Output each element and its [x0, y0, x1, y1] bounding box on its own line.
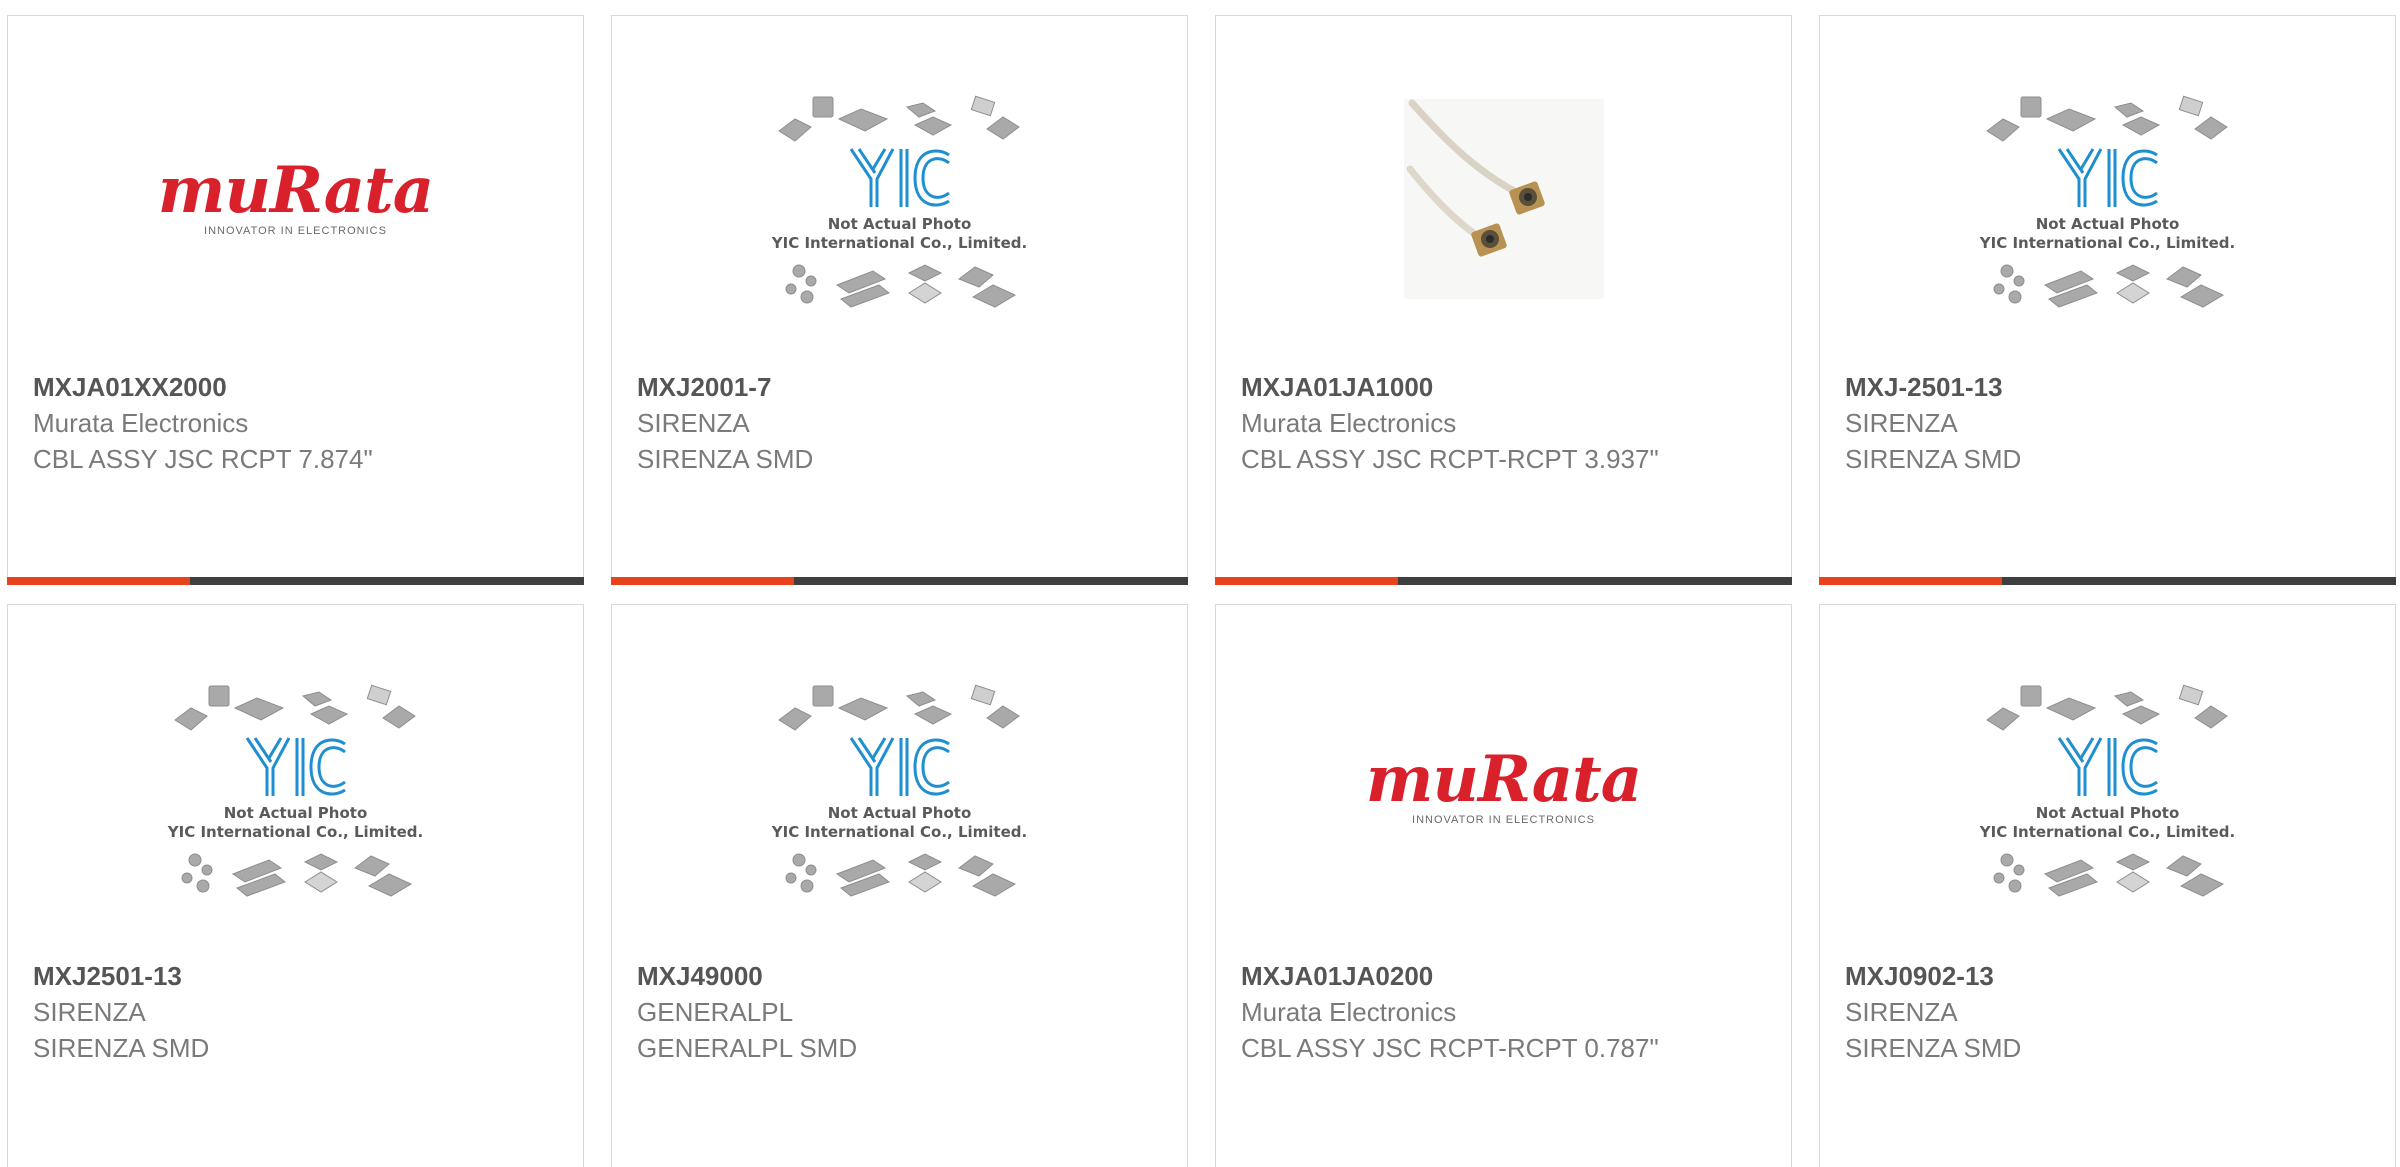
manufacturer: SIRENZA: [1845, 408, 1958, 438]
not-actual-photo-label: Not Actual Photo: [827, 803, 972, 822]
product-image[interactable]: Not Actual Photo YIC International Co., …: [1820, 76, 2395, 321]
part-number[interactable]: MXJ-2501-13: [1845, 369, 2370, 405]
not-actual-photo-label: Not Actual Photo: [2035, 214, 2180, 233]
yic-logo-icon: [245, 736, 346, 796]
yic-logo-icon: [849, 147, 950, 207]
product-info: MXJA01JA1000 Murata Electronics CBL ASSY…: [1241, 369, 1766, 477]
murata-logo: muRata INNOVATOR IN ELECTRONICS: [1365, 741, 1642, 826]
murata-tagline: INNOVATOR IN ELECTRONICS: [1412, 813, 1595, 826]
card-hover-accent: [1215, 577, 1398, 585]
product-card[interactable]: Not Actual Photo YIC International Co., …: [1819, 604, 2396, 1167]
description: GENERALPL SMD: [637, 1033, 858, 1063]
part-number[interactable]: MXJ2501-13: [33, 958, 558, 994]
chip-cluster-bottom-icon: [785, 852, 1016, 897]
product-image[interactable]: Not Actual Photo YIC International Co., …: [612, 665, 1187, 910]
description: CBL ASSY JSC RCPT-RCPT 0.787": [1241, 1033, 1659, 1063]
manufacturer: Murata Electronics: [1241, 408, 1457, 438]
yic-company-label: YIC International Co., Limited.: [1979, 822, 2236, 841]
product-info: MXJA01JA0200 Murata Electronics CBL ASSY…: [1241, 958, 1766, 1066]
product-card[interactable]: Not Actual Photo YIC International Co., …: [611, 604, 1188, 1167]
yic-company-label: YIC International Co., Limited.: [771, 233, 1028, 252]
product-card[interactable]: Not Actual Photo YIC International Co., …: [1819, 15, 2396, 585]
chip-cluster-top-icon: [1985, 684, 2228, 731]
part-number[interactable]: MXJA01XX2000: [33, 369, 558, 405]
product-info: MXJ0902-13 SIRENZA SIRENZA SMD: [1845, 958, 2370, 1066]
card-hover-accent: [1819, 577, 2002, 585]
part-number[interactable]: MXJ49000: [637, 958, 1162, 994]
yic-logo-icon: [849, 736, 950, 796]
murata-tagline: INNOVATOR IN ELECTRONICS: [204, 224, 387, 237]
part-number[interactable]: MXJ2001-7: [637, 369, 1162, 405]
product-card[interactable]: muRata INNOVATOR IN ELECTRONICS MXJA01JA…: [1215, 604, 1792, 1167]
product-card[interactable]: muRata INNOVATOR IN ELECTRONICS MXJA01XX…: [7, 15, 584, 585]
yic-placeholder-image: Not Actual Photo YIC International Co., …: [1973, 676, 2243, 900]
yic-logo-icon: [2057, 736, 2158, 796]
yic-placeholder-image: Not Actual Photo YIC International Co., …: [765, 676, 1035, 900]
product-card[interactable]: Not Actual Photo YIC International Co., …: [7, 604, 584, 1167]
murata-wordmark: muRata: [157, 152, 434, 228]
not-actual-photo-label: Not Actual Photo: [827, 214, 972, 233]
chip-cluster-top-icon: [173, 684, 416, 731]
card-hover-bar: [1215, 577, 1792, 585]
product-info: MXJ2001-7 SIRENZA SIRENZA SMD: [637, 369, 1162, 477]
not-actual-photo-label: Not Actual Photo: [2035, 803, 2180, 822]
description: CBL ASSY JSC RCPT-RCPT 3.937": [1241, 444, 1659, 474]
murata-logo: muRata INNOVATOR IN ELECTRONICS: [157, 152, 434, 237]
product-image[interactable]: muRata INNOVATOR IN ELECTRONICS: [8, 76, 583, 321]
card-hover-bar: [611, 577, 1188, 585]
yic-company-label: YIC International Co., Limited.: [1979, 233, 2236, 252]
chip-cluster-bottom-icon: [1993, 852, 2224, 897]
product-image[interactable]: Not Actual Photo YIC International Co., …: [612, 76, 1187, 321]
chip-cluster-bottom-icon: [1993, 263, 2224, 308]
murata-wordmark: muRata: [1365, 741, 1642, 817]
chip-cluster-bottom-icon: [785, 263, 1016, 308]
product-image[interactable]: Not Actual Photo YIC International Co., …: [1820, 665, 2395, 910]
card-hover-bar: [1819, 577, 2396, 585]
manufacturer: GENERALPL: [637, 997, 794, 1027]
yic-company-label: YIC International Co., Limited.: [167, 822, 424, 841]
card-hover-accent: [7, 577, 190, 585]
part-number[interactable]: MXJ0902-13: [1845, 958, 2370, 994]
description: CBL ASSY JSC RCPT 7.874": [33, 444, 373, 474]
description: SIRENZA SMD: [1845, 1033, 2022, 1063]
chip-cluster-top-icon: [1985, 95, 2228, 142]
chip-cluster-bottom-icon: [181, 852, 412, 897]
description: SIRENZA SMD: [637, 444, 814, 474]
chip-cluster-top-icon: [777, 95, 1020, 142]
product-card[interactable]: MXJA01JA1000 Murata Electronics CBL ASSY…: [1215, 15, 1792, 585]
product-grid: muRata INNOVATOR IN ELECTRONICS MXJA01XX…: [0, 0, 2400, 1167]
card-hover-bar: [7, 577, 584, 585]
product-image[interactable]: Not Actual Photo YIC International Co., …: [8, 665, 583, 910]
part-number[interactable]: MXJA01JA0200: [1241, 958, 1766, 994]
product-info: MXJ49000 GENERALPL GENERALPL SMD: [637, 958, 1162, 1066]
part-number[interactable]: MXJA01JA1000: [1241, 369, 1766, 405]
card-hover-accent: [611, 577, 794, 585]
product-info: MXJ-2501-13 SIRENZA SIRENZA SMD: [1845, 369, 2370, 477]
yic-placeholder-image: Not Actual Photo YIC International Co., …: [161, 676, 431, 900]
manufacturer: SIRENZA: [1845, 997, 1958, 1027]
product-image[interactable]: [1216, 76, 1791, 321]
product-image[interactable]: muRata INNOVATOR IN ELECTRONICS: [1216, 665, 1791, 910]
cable-photo-image: [1403, 98, 1604, 299]
description: SIRENZA SMD: [33, 1033, 210, 1063]
yic-placeholder-image: Not Actual Photo YIC International Co., …: [765, 87, 1035, 311]
manufacturer: SIRENZA: [637, 408, 750, 438]
not-actual-photo-label: Not Actual Photo: [223, 803, 368, 822]
product-info: MXJA01XX2000 Murata Electronics CBL ASSY…: [33, 369, 558, 477]
description: SIRENZA SMD: [1845, 444, 2022, 474]
yic-company-label: YIC International Co., Limited.: [771, 822, 1028, 841]
product-card[interactable]: Not Actual Photo YIC International Co., …: [611, 15, 1188, 585]
product-info: MXJ2501-13 SIRENZA SIRENZA SMD: [33, 958, 558, 1066]
yic-placeholder-image: Not Actual Photo YIC International Co., …: [1973, 87, 2243, 311]
manufacturer: Murata Electronics: [33, 408, 249, 438]
manufacturer: SIRENZA: [33, 997, 146, 1027]
yic-logo-icon: [2057, 147, 2158, 207]
manufacturer: Murata Electronics: [1241, 997, 1457, 1027]
chip-cluster-top-icon: [777, 684, 1020, 731]
